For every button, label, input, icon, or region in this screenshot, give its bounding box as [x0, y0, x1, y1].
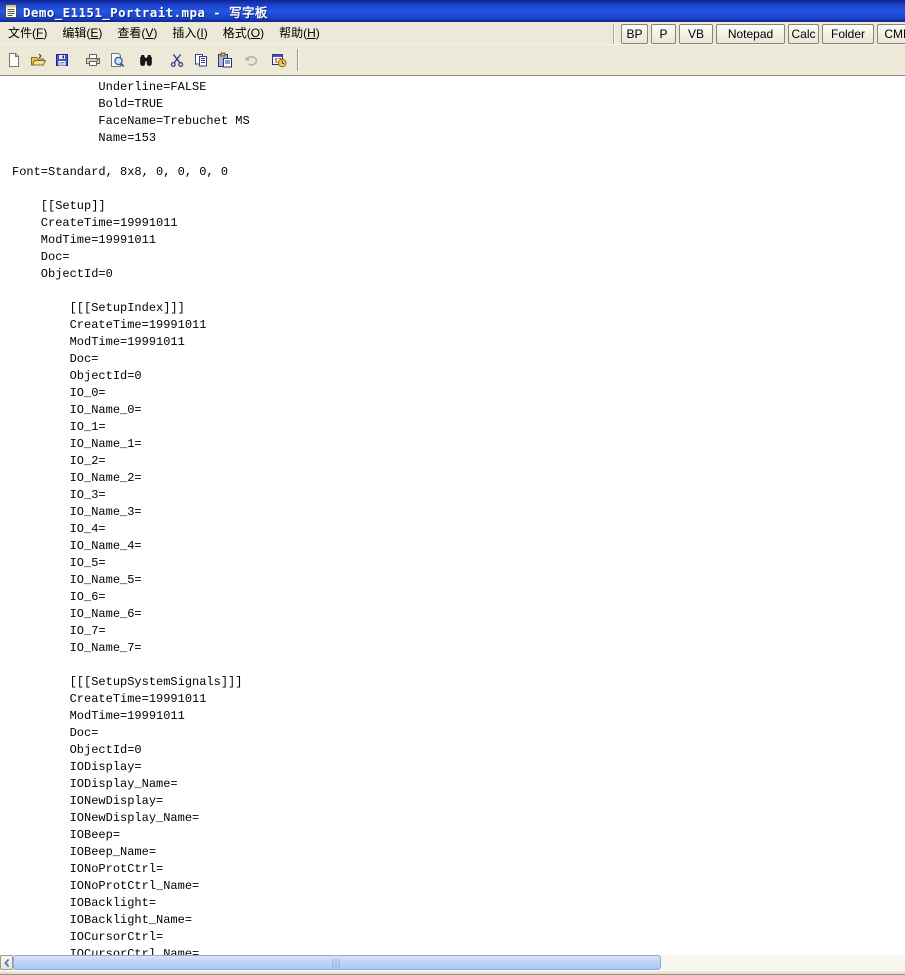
floppy-disk-icon	[54, 52, 70, 68]
open-folder-icon	[30, 52, 46, 68]
scrollbar-track[interactable]	[13, 955, 905, 970]
copy-button[interactable]	[193, 52, 209, 68]
launcher-folder-button[interactable]: Folder	[822, 24, 874, 44]
launcher-notepad-button[interactable]: Notepad	[716, 24, 785, 44]
cut-button[interactable]	[169, 52, 185, 68]
paste-button[interactable]	[217, 52, 233, 68]
menu-help[interactable]: 帮助(H)	[272, 21, 327, 45]
scissors-icon	[169, 52, 185, 68]
window-title: Demo_E1151_Portrait.mpa - 写字板	[23, 2, 268, 21]
wordpad-window-icon	[3, 3, 19, 19]
copy-pages-icon	[193, 52, 209, 68]
menubar-divider	[613, 24, 615, 44]
menu-view[interactable]: 查看(V)	[110, 21, 164, 45]
scroll-left-button[interactable]	[0, 955, 13, 970]
window-bottom-border	[0, 970, 905, 975]
undo-button[interactable]	[243, 52, 259, 68]
menu-file[interactable]: 文件(F)	[1, 21, 54, 45]
horizontal-scrollbar	[0, 955, 905, 970]
wordpad-window: Demo_E1151_Portrait.mpa - 写字板 文件(F) 编辑(E…	[0, 0, 905, 975]
launcher-cmd-button[interactable]: CMD	[877, 24, 905, 44]
clipboard-icon	[217, 52, 233, 68]
launcher-button-row: BP P VB Notepad Calc Folder CMD	[613, 24, 905, 44]
menu-insert[interactable]: 插入(I)	[165, 21, 214, 45]
toolbar-separator	[297, 49, 299, 71]
launcher-bp-button[interactable]: BP	[621, 24, 648, 44]
title-bar[interactable]: Demo_E1151_Portrait.mpa - 写字板	[0, 0, 905, 22]
printer-icon	[85, 52, 101, 68]
launcher-calc-button[interactable]: Calc	[788, 24, 819, 44]
new-document-icon	[6, 52, 22, 68]
menu-format[interactable]: 格式(O)	[216, 21, 271, 45]
document-area[interactable]: Underline=FALSE Bold=TRUE FaceName=Trebu…	[0, 76, 905, 955]
undo-arrow-icon	[243, 52, 259, 68]
chevron-left-icon	[3, 958, 11, 968]
document-text: Underline=FALSE Bold=TRUE FaceName=Trebu…	[0, 76, 905, 955]
scrollbar-thumb[interactable]	[13, 955, 661, 970]
menu-bar: 文件(F) 编辑(E) 查看(V) 插入(I) 格式(O) 帮助(H) BP P…	[0, 22, 905, 45]
save-button[interactable]	[54, 52, 70, 68]
menu-edit[interactable]: 编辑(E)	[55, 21, 109, 45]
launcher-p-button[interactable]: P	[651, 24, 676, 44]
date-time-button[interactable]: 17	[271, 52, 287, 68]
page-magnifier-icon	[109, 52, 125, 68]
calendar-clock-icon: 17	[271, 52, 287, 68]
print-button[interactable]	[85, 52, 101, 68]
open-button[interactable]	[30, 52, 46, 68]
new-document-button[interactable]	[6, 52, 22, 68]
launcher-vb-button[interactable]: VB	[679, 24, 713, 44]
print-preview-button[interactable]	[109, 52, 125, 68]
binoculars-icon	[138, 52, 154, 68]
find-button[interactable]	[138, 52, 154, 68]
toolbar: 17	[0, 45, 905, 76]
thumb-grip-icon	[333, 959, 342, 968]
